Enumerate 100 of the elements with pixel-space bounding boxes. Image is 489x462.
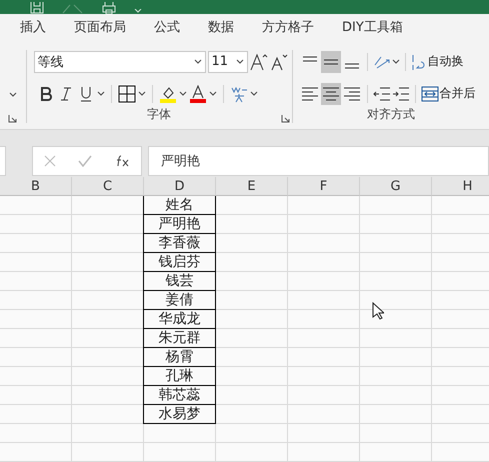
table-cell[interactable] — [288, 253, 360, 272]
caret-icon[interactable] — [392, 58, 400, 65]
table-cell[interactable] — [0, 367, 72, 386]
table-cell[interactable] — [72, 443, 144, 462]
table-cell[interactable] — [216, 443, 288, 462]
table-cell[interactable] — [216, 272, 288, 291]
table-cell[interactable] — [0, 215, 72, 234]
caret-icon[interactable] — [236, 58, 244, 65]
table-cell[interactable] — [216, 367, 288, 386]
ribbon-tab[interactable]: 页面布局 — [60, 14, 140, 42]
table-cell[interactable] — [144, 443, 216, 462]
table-cell[interactable] — [0, 291, 72, 310]
merge-center-label[interactable]: 合并后 — [440, 85, 476, 102]
decrease-indent-icon[interactable] — [372, 84, 391, 103]
table-cell[interactable] — [288, 196, 360, 215]
table-cell[interactable]: 水易梦 — [143, 405, 216, 424]
table-cell[interactable]: 钱芸 — [143, 272, 216, 291]
table-cell[interactable] — [288, 329, 360, 348]
table-cell[interactable]: 钱启芬 — [143, 253, 216, 272]
table-cell[interactable] — [216, 386, 288, 405]
table-cell[interactable] — [288, 348, 360, 367]
table-cell[interactable] — [216, 405, 288, 424]
borders-icon[interactable] — [118, 84, 136, 103]
check-icon[interactable] — [78, 154, 92, 167]
table-cell[interactable] — [0, 310, 72, 329]
caret-icon[interactable] — [178, 90, 187, 97]
table-cell[interactable]: 姜倩 — [143, 291, 216, 310]
wrap-text-label[interactable]: 自动换 — [428, 53, 464, 70]
table-cell[interactable] — [360, 196, 432, 215]
table-cell[interactable] — [360, 234, 432, 253]
table-cell[interactable] — [216, 215, 288, 234]
table-cell[interactable] — [288, 234, 360, 253]
function-icon[interactable] — [114, 154, 130, 167]
table-cell[interactable] — [288, 386, 360, 405]
table-cell[interactable] — [216, 234, 288, 253]
table-cell[interactable] — [360, 272, 432, 291]
column-header[interactable]: G — [360, 177, 432, 196]
font-size-field[interactable]: 11 — [208, 50, 248, 73]
table-cell[interactable] — [360, 405, 432, 424]
wrap-text-icon[interactable] — [410, 52, 427, 71]
table-cell[interactable] — [360, 348, 432, 367]
table-cell[interactable] — [216, 310, 288, 329]
caret-icon[interactable] — [250, 90, 258, 97]
caret-icon[interactable] — [194, 58, 202, 65]
ribbon-tab[interactable]: 数据 — [194, 14, 248, 42]
table-cell[interactable] — [0, 405, 72, 424]
table-cell[interactable]: 华成龙 — [143, 310, 216, 329]
dialog-launcher-icon[interactable] — [8, 114, 18, 123]
table-cell[interactable] — [0, 424, 72, 443]
table-cell[interactable] — [288, 424, 360, 443]
ribbon-tab[interactable]: 插入 — [6, 14, 60, 42]
table-cell[interactable] — [360, 443, 432, 462]
table-cell[interactable] — [0, 253, 72, 272]
table-cell[interactable] — [360, 329, 432, 348]
table-cell[interactable]: 杨霄 — [143, 348, 216, 367]
fill-color-icon[interactable] — [158, 84, 177, 103]
caret-icon[interactable] — [96, 90, 105, 97]
column-header[interactable]: B — [0, 177, 72, 196]
table-cell[interactable] — [360, 253, 432, 272]
caret-icon[interactable] — [138, 90, 146, 97]
table-cell[interactable] — [360, 424, 432, 443]
table-cell[interactable] — [288, 272, 360, 291]
table-cell[interactable]: 姓名 — [143, 196, 216, 215]
table-cell[interactable] — [288, 310, 360, 329]
dialog-launcher-icon[interactable] — [280, 114, 290, 123]
vertical-align-button[interactable] — [320, 50, 341, 73]
table-cell[interactable] — [0, 234, 72, 253]
table-cell[interactable] — [216, 253, 288, 272]
table-cell[interactable]: 韩芯蕊 — [143, 386, 216, 405]
table-cell[interactable] — [0, 348, 72, 367]
ribbon-tab[interactable]: 公式 — [140, 14, 194, 42]
table-cell[interactable] — [0, 386, 72, 405]
name-box[interactable] — [0, 146, 6, 176]
table-cell[interactable] — [72, 424, 144, 443]
grow-font-icon[interactable] — [250, 52, 268, 71]
column-header[interactable]: C — [72, 177, 144, 196]
table-cell[interactable] — [216, 329, 288, 348]
font-color-icon[interactable] — [188, 84, 207, 103]
ribbon-tab[interactable]: 方方格子 — [248, 14, 328, 42]
table-cell[interactable] — [216, 348, 288, 367]
table-cell[interactable] — [0, 196, 72, 215]
table-cell[interactable] — [288, 405, 360, 424]
print-icon[interactable] — [102, 2, 116, 14]
save-icon[interactable] — [30, 2, 44, 14]
column-header[interactable]: H — [432, 177, 489, 196]
column-header[interactable]: D — [144, 177, 216, 196]
table-cell[interactable] — [288, 367, 360, 386]
table-cell[interactable] — [216, 291, 288, 310]
formula-input[interactable]: 严明艳 — [148, 146, 489, 176]
table-cell[interactable] — [144, 424, 216, 443]
font-name-field[interactable]: 等线 — [34, 50, 206, 73]
ribbon-tab[interactable]: DIY工具箱 — [328, 14, 417, 42]
table-cell[interactable]: 朱元群 — [143, 329, 216, 348]
table-cell[interactable] — [0, 443, 72, 462]
table-cell[interactable]: 孔琳 — [143, 367, 216, 386]
phonetic-icon[interactable] — [230, 84, 248, 103]
table-cell[interactable] — [360, 215, 432, 234]
column-header[interactable]: E — [216, 177, 288, 196]
table-cell[interactable]: 严明艳 — [143, 215, 216, 234]
table-cell[interactable] — [288, 291, 360, 310]
